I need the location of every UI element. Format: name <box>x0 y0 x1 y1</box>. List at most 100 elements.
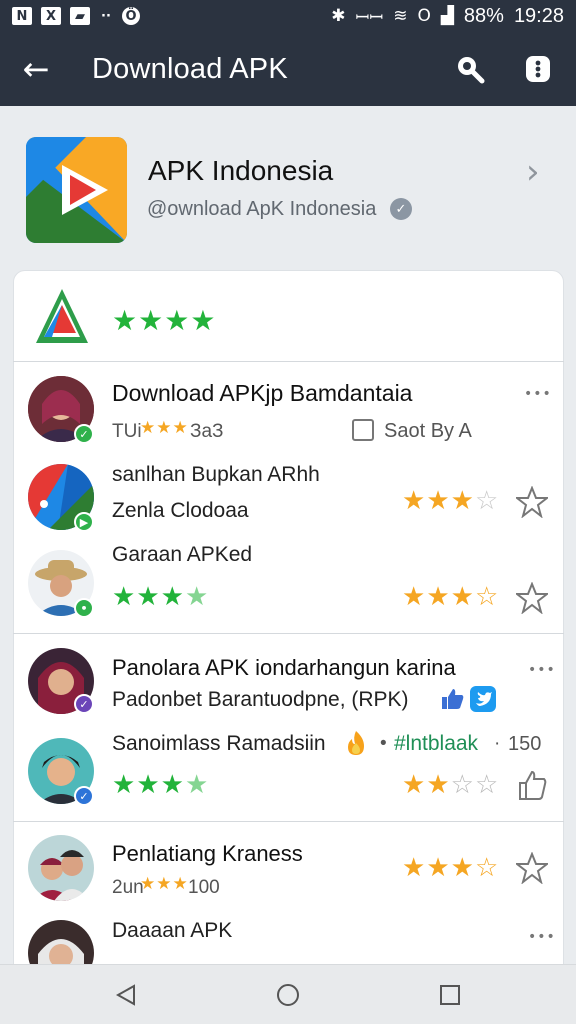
sort-label[interactable]: Saot By A <box>384 420 472 443</box>
star-outline-icon <box>514 485 550 519</box>
post-menu-icon[interactable]: ••• <box>528 929 556 945</box>
post-title[interactable]: Penlatiang Kraness <box>112 841 303 867</box>
chevron-right-icon[interactable]: › <box>526 152 540 192</box>
rating-star-icon: ★ <box>136 770 160 800</box>
divider <box>13 821 564 822</box>
twitter-icon[interactable] <box>470 686 496 712</box>
nav-home-button[interactable] <box>272 979 304 1011</box>
page-title: Download APK <box>92 52 288 85</box>
rating-star-icon: ★ <box>402 486 426 516</box>
verified-badge-icon: ✓ <box>74 786 94 806</box>
signal-icon: ▟ <box>440 6 454 26</box>
search-icon <box>458 57 485 84</box>
post-meta-prefix: TUi <box>112 421 142 442</box>
rating-star-icon: ★ <box>160 770 184 800</box>
rating-star-icon: ★ <box>172 418 188 438</box>
fire-icon <box>344 730 368 756</box>
avatar[interactable] <box>28 835 94 901</box>
verified-badge-icon: ✓ <box>74 424 94 444</box>
comment-author-text: Garaan APKed <box>112 543 253 566</box>
notification-circle-icon: Ö <box>122 7 140 25</box>
notification-dots-icon: ·· <box>101 8 111 24</box>
user-rating: ★ ★ ☆ ☆ <box>402 772 498 798</box>
rating-star-icon: ★ <box>136 582 160 612</box>
notification-message-icon: ▰ <box>70 7 90 25</box>
rating-star-icon: ☆ <box>450 770 474 800</box>
vibrate-icon: ꟷꟷ <box>355 7 384 28</box>
notification-n-icon: N <box>12 7 32 25</box>
share-icon <box>519 770 547 800</box>
profile-name[interactable]: APK Indonesia <box>148 155 333 187</box>
rating-star-icon: ☆ <box>474 582 499 612</box>
nav-back-button[interactable] <box>110 979 142 1011</box>
app-logo <box>26 137 127 243</box>
comment-line: Daaaan APK <box>112 919 232 943</box>
rating-star-icon: ★ <box>402 770 426 800</box>
status-bar: N X ▰ ·· Ö ✱ ꟷꟷ ≋ O ▟ 88% 19:28 <box>0 0 576 32</box>
app-bar: ← Download APK <box>0 32 576 106</box>
post-meta-prefix: 2un <box>112 877 144 898</box>
comment-line: sanlhan Bupkan ARhh <box>112 463 320 486</box>
rating-star-icon: ★ <box>156 874 172 894</box>
back-button[interactable]: ← <box>0 32 72 106</box>
rating-star-icon: ★ <box>426 770 450 800</box>
comment-author[interactable]: Garaan APKed <box>112 543 252 567</box>
rating-star-icon: ★ <box>140 874 156 894</box>
favorite-star-button[interactable] <box>514 581 550 615</box>
hashtag-link[interactable]: #lntblaak <box>394 732 478 756</box>
summary-logo <box>34 287 90 347</box>
separator-dot: · <box>494 733 501 754</box>
rating-star-icon: ★ <box>450 853 474 883</box>
recent-square-icon <box>440 985 460 1005</box>
alarm-icon: O <box>417 6 431 26</box>
post-title[interactable]: Download APKjp Bamdantaia <box>112 380 412 407</box>
user-rating: ★ ★ ★ ☆ <box>402 855 498 881</box>
search-button[interactable] <box>452 51 488 87</box>
comment-rating: ★ ★ ★ ★ <box>112 584 208 610</box>
verified-badge-icon: ▶ <box>74 512 94 532</box>
nav-recent-button[interactable] <box>434 979 466 1011</box>
favorite-star-button[interactable] <box>514 851 550 885</box>
home-circle-icon <box>277 984 299 1006</box>
divider <box>13 633 564 634</box>
share-button[interactable] <box>516 769 548 801</box>
back-arrow-icon: ← <box>22 50 50 88</box>
more-vert-icon <box>526 56 550 82</box>
rating-star-icon: ★ <box>112 304 138 337</box>
post-meta-rating: ★ ★ ★ <box>140 420 188 437</box>
system-nav-bar <box>0 964 576 1024</box>
rating-star-icon: ☆ <box>474 486 499 516</box>
rating-star-icon: ★ <box>190 304 216 337</box>
verified-badge-icon: ✓ <box>74 694 94 714</box>
rating-star-icon: ★ <box>160 582 184 612</box>
rating-star-icon: ★ <box>402 582 426 612</box>
clock: 19:28 <box>513 4 564 27</box>
post-title[interactable]: Panolara APK iondarhangun karina <box>112 655 456 681</box>
bluetooth-icon: ✱ <box>331 6 346 26</box>
favorite-star-button[interactable] <box>514 485 550 519</box>
play-logo-icon <box>26 137 127 243</box>
rating-star-icon: ★ <box>402 853 426 883</box>
star-outline-icon <box>514 581 550 615</box>
comment-rating: ★ ★ ★ ☆ <box>402 488 498 514</box>
rating-star-icon: ★ <box>184 582 209 612</box>
rating-star-icon: ☆ <box>474 853 499 883</box>
chat-badge-icon: • <box>74 598 94 618</box>
rating-star-icon: ★ <box>164 304 190 337</box>
post-menu-icon[interactable]: ••• <box>524 386 552 402</box>
post-menu-icon[interactable]: ••• <box>528 662 556 678</box>
wifi-icon: ≋ <box>393 6 408 26</box>
star-outline-icon <box>514 851 550 885</box>
user-rating: ★ ★ ★ ☆ <box>402 584 498 610</box>
post-meta-suffix: 100 <box>188 877 220 898</box>
notification-x-icon: X <box>41 7 61 25</box>
post-meta-rating: ★ ★ ★ <box>140 876 188 893</box>
rating-star-icon: ★ <box>112 770 136 800</box>
more-options-button[interactable] <box>520 51 556 87</box>
rating-star-icon: ★ <box>112 582 136 612</box>
like-icon[interactable] <box>440 687 464 711</box>
comment-rating: ★ ★ ★ ★ <box>112 772 208 798</box>
rating-star-icon: ★ <box>138 304 164 337</box>
sort-icon[interactable] <box>352 419 374 441</box>
rating-star-icon: ★ <box>426 582 450 612</box>
